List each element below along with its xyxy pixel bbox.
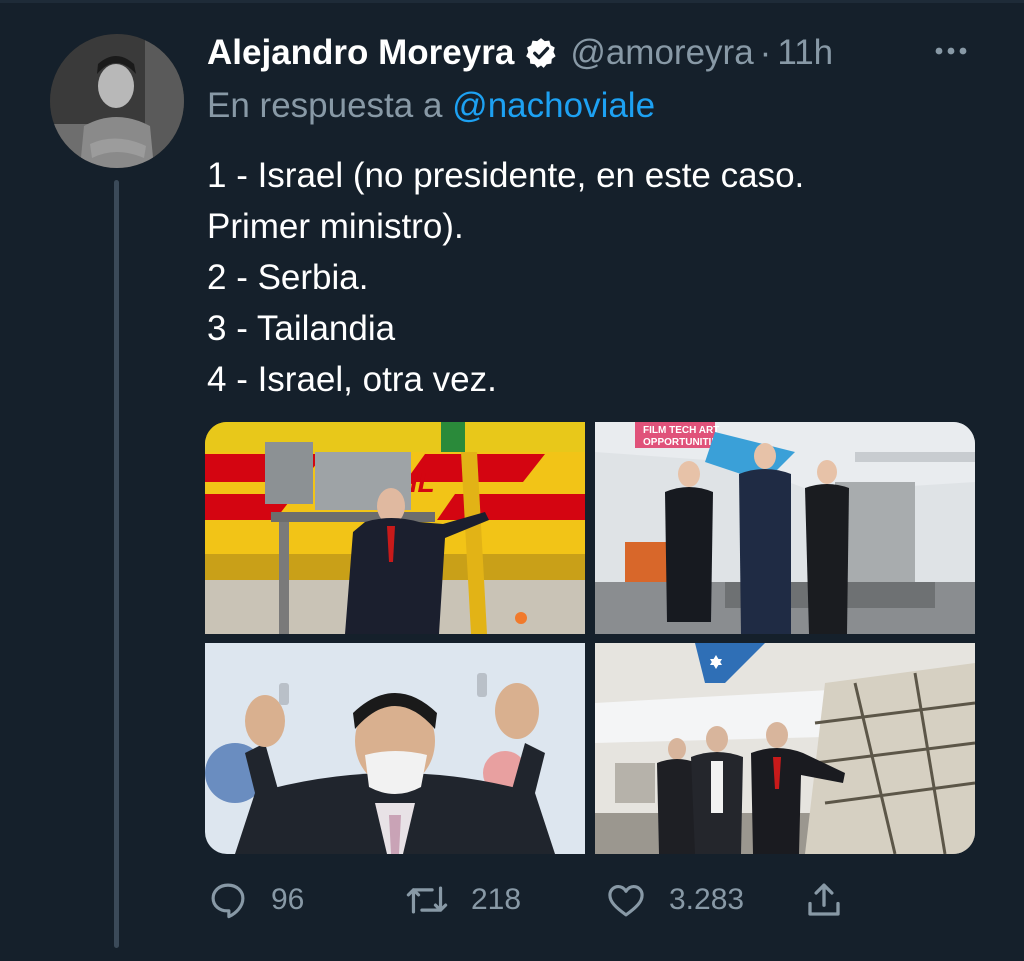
avatar-photo <box>50 34 184 168</box>
photo-thailand-pm[interactable] <box>205 643 585 854</box>
tweet-line: Primer ministro). <box>207 207 464 246</box>
tweet-header: Alejandro Moreyra @amoreyra · 11h <box>207 28 833 78</box>
reply-mention-link[interactable]: @nachoviale <box>452 86 655 125</box>
reply-prefix: En respuesta a <box>207 86 443 125</box>
reply-button[interactable]: 96 <box>207 872 304 928</box>
photo-image <box>595 643 975 854</box>
retweet-button[interactable]: 218 <box>405 872 521 928</box>
thread-connector-line <box>114 180 119 948</box>
retweet-icon <box>406 886 448 914</box>
tweet-line: 2 - Serbia. <box>207 258 369 297</box>
share-icon <box>808 883 840 916</box>
photo-image: DHL <box>205 422 585 634</box>
more-dots-icon[interactable] <box>926 36 976 66</box>
share-button[interactable] <box>803 872 845 928</box>
like-button[interactable]: 3.283 <box>605 872 744 928</box>
retweet-count: 218 <box>471 883 522 916</box>
tweet-timestamp[interactable]: 11h <box>777 33 833 73</box>
verified-badge-icon <box>526 38 556 68</box>
photo-image <box>205 643 585 854</box>
reply-count: 96 <box>271 883 305 916</box>
tweet-action-bar: 96 218 3.283 <box>207 872 887 928</box>
heart-icon <box>608 884 644 917</box>
author-avatar[interactable] <box>50 34 184 168</box>
tweet-text: 1 - Israel (no presidente, en este caso.… <box>207 150 967 405</box>
media-grid: DHL FILM TECH ART OPPORTUNITIES <box>205 422 975 854</box>
top-divider <box>0 0 1024 3</box>
like-count: 3.283 <box>669 883 745 916</box>
banner-line-1: FILM TECH ART <box>643 425 719 436</box>
photo-serbia-airport[interactable]: FILM TECH ART OPPORTUNITIES <box>595 422 975 634</box>
reply-context: En respuesta a @nachoviale <box>207 86 655 126</box>
separator-dot: · <box>759 33 772 72</box>
reply-bubble-icon <box>211 883 245 919</box>
author-handle[interactable]: @amoreyra <box>570 33 753 73</box>
author-name[interactable]: Alejandro Moreyra <box>207 33 514 73</box>
tweet-line: 4 - Israel, otra vez. <box>207 360 497 399</box>
photo-israel-elal[interactable] <box>595 643 975 854</box>
tweet-line: 1 - Israel (no presidente, en este caso. <box>207 156 805 195</box>
photo-image: FILM TECH ART OPPORTUNITIES <box>595 422 975 634</box>
photo-israel-dhl[interactable]: DHL <box>205 422 585 634</box>
tweet-line: 3 - Tailandia <box>207 309 396 348</box>
